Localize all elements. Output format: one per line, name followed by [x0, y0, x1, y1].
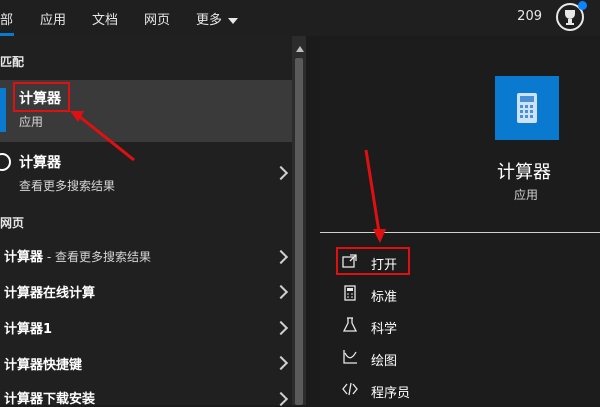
tab-documents[interactable]: 文档: [92, 9, 118, 28]
code-icon: [342, 382, 358, 396]
rewards-points: 209: [517, 9, 542, 24]
search-item-subtitle: 查看更多搜索结果: [19, 179, 116, 193]
action-scientific-label: 科学: [371, 322, 398, 337]
action-programmer-label: 程序员: [371, 386, 411, 401]
web-row-title: 计算器1: [4, 322, 53, 337]
flask-icon: [342, 317, 358, 332]
tab-web[interactable]: 网页: [144, 9, 170, 28]
app-type: 应用: [514, 188, 539, 202]
standard-calculator-icon: [344, 285, 356, 301]
tab-more[interactable]: 更多: [196, 9, 239, 28]
web-row-title: 计算器下载安装: [4, 392, 96, 407]
tab-more-label: 更多: [196, 13, 223, 28]
best-match-heading: 匹配: [0, 55, 25, 69]
selected-indicator: [0, 88, 6, 132]
web-row-suffix: - 查看更多搜索结果: [43, 250, 151, 264]
annotation-box-best-match: [13, 82, 70, 112]
app-name: 计算器: [497, 162, 551, 183]
scroll-thumb[interactable]: [295, 58, 303, 405]
web-row-title: 计算器快捷键: [4, 358, 83, 373]
web-heading: 网页: [0, 216, 25, 230]
notification-dot: [578, 1, 587, 10]
scroll-up-icon[interactable]: [296, 46, 304, 52]
tab-apps[interactable]: 应用: [40, 9, 66, 28]
search-item-title[interactable]: 计算器: [19, 152, 61, 172]
preview-divider: [320, 232, 600, 233]
top-tab-bar: 部 应用 文档 网页 更多 209: [0, 0, 600, 36]
best-match-subtitle: 应用: [19, 115, 44, 129]
calculator-app-icon: [495, 76, 559, 140]
web-row-title: 计算器在线计算: [4, 286, 96, 301]
tab-all[interactable]: 部: [0, 9, 13, 28]
graph-icon: [343, 350, 357, 364]
web-row-title: 计算器: [4, 250, 44, 265]
chevron-down-icon: [228, 17, 239, 24]
action-graphing-label: 绘图: [371, 354, 398, 369]
annotation-box-open: [336, 247, 410, 275]
action-standard-label: 标准: [371, 290, 398, 305]
